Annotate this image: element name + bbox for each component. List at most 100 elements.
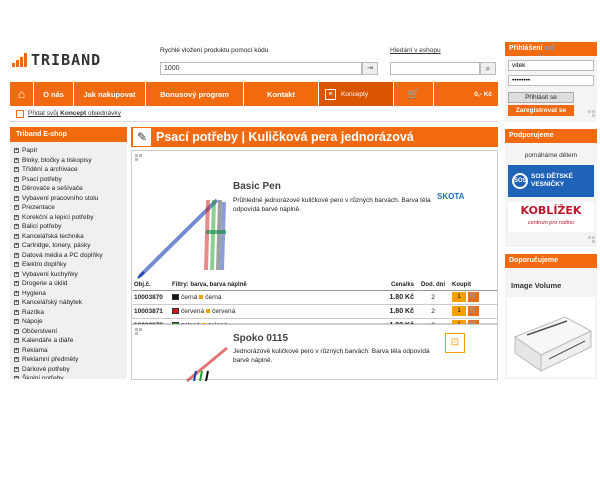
sidebar-item-label: Reklamní předměty xyxy=(22,356,79,363)
pens-image[interactable] xyxy=(132,190,230,282)
sidebar-item[interactable]: + Kalendáře a diáře xyxy=(14,336,127,346)
expand-icon[interactable]: + xyxy=(14,328,19,334)
expand-icon[interactable]: + xyxy=(14,319,19,325)
sidebar-item[interactable]: + Cartridge, tonery, pásky xyxy=(14,241,127,251)
sidebar-item-label: Papír xyxy=(22,147,38,154)
expand-icon[interactable]: + xyxy=(14,157,19,163)
sidebar-item[interactable]: + Bloky, bločky a tiskopisy xyxy=(14,156,127,166)
sidebar-item[interactable]: + Reklamní předměty xyxy=(14,355,127,365)
sidebar-item[interactable]: + Vybavení kuchyňky xyxy=(14,270,127,280)
add-to-concept-icon[interactable]: ⊡ xyxy=(445,333,465,353)
koblizek-banner[interactable]: KOBLÍŽEK centrum pro rodinu xyxy=(508,202,594,232)
expand-icon[interactable]: + xyxy=(14,214,19,220)
expand-icon[interactable]: + xyxy=(14,309,19,315)
product-card: Basic Pen Průhledné jednorázové kuličkov… xyxy=(131,150,498,347)
sidebar-item[interactable]: + Nápoje xyxy=(14,317,127,327)
expand-icon[interactable]: + xyxy=(14,262,19,268)
sidebar-item[interactable]: + Vybavení pracovního stolu xyxy=(14,194,127,204)
login-box: Přihlášení ssl Přihlásit se Zaregistrova… xyxy=(505,42,597,122)
product-name[interactable]: Basic Pen xyxy=(233,181,281,192)
sidebar-item[interactable]: + Papír xyxy=(14,146,127,156)
product-name[interactable]: Spoko 0115 xyxy=(233,333,288,344)
add-concept-link[interactable]: Přidat svůj Koncept objednávky xyxy=(28,110,121,117)
expand-icon[interactable]: + xyxy=(14,148,19,154)
expand-icon[interactable]: + xyxy=(14,243,19,249)
quantity-input[interactable]: 1 xyxy=(452,292,466,302)
expand-icon[interactable]: + xyxy=(14,357,19,363)
sidebar-item[interactable]: + Prezentace xyxy=(14,203,127,213)
main-nav: ⌂ O nás Jak nakupovat Bonusový program K… xyxy=(10,82,498,106)
expand-icon[interactable]: + xyxy=(14,281,19,287)
quantity-input[interactable]: 1 xyxy=(452,306,466,316)
brand-logo: SKOTA xyxy=(437,192,465,201)
expand-icon[interactable]: + xyxy=(14,290,19,296)
quick-add-input[interactable] xyxy=(160,62,362,75)
sidebar-item[interactable]: + Třídění a archivace xyxy=(14,165,127,175)
expand-icon[interactable]: + xyxy=(14,366,19,372)
expand-icon[interactable]: + xyxy=(14,224,19,230)
expand-icon[interactable]: + xyxy=(14,167,19,173)
expand-icon[interactable]: + xyxy=(14,186,19,192)
pen-image[interactable] xyxy=(182,343,232,383)
sidebar-item[interactable]: + Kancelářská technika xyxy=(14,232,127,242)
add-to-cart-icon[interactable]: ⇥ xyxy=(362,62,378,75)
expand-icon[interactable]: + xyxy=(14,300,19,306)
add-concept-icon xyxy=(16,109,24,118)
login-button[interactable]: Přihlásit se xyxy=(508,92,574,103)
add-to-cart-icon[interactable]: 🛒 xyxy=(468,292,479,302)
sidebar-item-label: Datová média a PC doplňky xyxy=(22,251,103,259)
password-field[interactable] xyxy=(508,75,594,86)
logo[interactable]: TRIBAND xyxy=(12,51,101,69)
sidebar-item[interactable]: + Děrovače a sešívače xyxy=(14,184,127,194)
expand-icon[interactable]: + xyxy=(14,176,19,182)
home-icon[interactable]: ⌂ xyxy=(10,82,34,106)
expand-icon[interactable]: + xyxy=(14,376,19,379)
nav-item-bonusovy-program[interactable]: Bonusový program xyxy=(146,82,244,106)
expand-icon[interactable]: + xyxy=(14,252,19,258)
expand-icon[interactable]: + xyxy=(14,205,19,211)
sidebar-item[interactable]: + Datová média a PC doplňky xyxy=(14,251,127,261)
sidebar-item-label: Třídění a archivace xyxy=(22,166,78,173)
col-delivery: Dod. dní xyxy=(416,281,450,291)
search-link[interactable]: Hledání v eshopu xyxy=(390,47,441,54)
sidebar-item[interactable]: + Dárkové potřeby xyxy=(14,365,127,375)
sidebar-item[interactable]: + Drogerie a úklid xyxy=(14,279,127,289)
recommended-item-name[interactable]: Image Volume xyxy=(505,268,597,290)
sidebar-item[interactable]: + Hygiena xyxy=(14,289,127,299)
search-icon[interactable]: ⌕ xyxy=(480,62,496,75)
sidebar-item[interactable]: + Občerstvení xyxy=(14,327,127,337)
nav-koncepty[interactable]: ≡ Koncepty xyxy=(319,82,394,106)
expand-icon[interactable]: + xyxy=(14,195,19,201)
expand-icon[interactable]: + xyxy=(14,338,19,344)
sidebar-item[interactable]: + Psací potřeby xyxy=(14,175,127,185)
koblizek-subtitle: centrum pro rodinu xyxy=(527,220,575,226)
sidebar-item[interactable]: + Školní potřeby xyxy=(14,374,127,379)
search-input[interactable] xyxy=(390,62,480,75)
expand-icon[interactable]: + xyxy=(14,271,19,277)
sidebar-item[interactable]: + Korekční a lepicí potřeby xyxy=(14,213,127,223)
sidebar-item[interactable]: + Balicí potřeby xyxy=(14,222,127,232)
product-image[interactable] xyxy=(507,297,595,377)
nav-item-jak-nakupovat[interactable]: Jak nakupovat xyxy=(74,82,146,106)
product-description: Průhledné jednorázové kuličkové pero v r… xyxy=(233,197,431,213)
sidebar-item[interactable]: + Razítka xyxy=(14,308,127,318)
product-code[interactable]: 10003870 xyxy=(132,290,170,305)
register-button[interactable]: Zaregistrovat se xyxy=(508,105,574,116)
cart-icon[interactable]: 🛒 xyxy=(394,82,434,106)
sos-villages-banner[interactable]: SOS SOS DĚTSKÉ VESNIČKY xyxy=(508,165,594,197)
expand-icon[interactable]: + xyxy=(14,233,19,239)
expand-icon[interactable]: + xyxy=(14,347,19,353)
nav-item-kontakt[interactable]: Kontakt xyxy=(244,82,319,106)
page-title-bar: ✎ Psací potřeby | Kuličková pera jednorá… xyxy=(131,127,498,147)
sidebar-item[interactable]: + Kancelářský nábytek xyxy=(14,298,127,308)
product-code[interactable]: 10003871 xyxy=(132,304,170,319)
refill-swatch-icon xyxy=(206,308,211,313)
add-to-cart-icon[interactable]: 🛒 xyxy=(468,306,479,316)
nav-item-o-nas[interactable]: O nás xyxy=(34,82,74,106)
color-swatch-icon xyxy=(172,293,179,300)
sidebar-item[interactable]: + Reklama xyxy=(14,346,127,356)
col-code: Obj.č. xyxy=(132,281,170,291)
cart-total[interactable]: 0,- Kč xyxy=(434,82,498,106)
sidebar-item[interactable]: + Elektro doplňky xyxy=(14,260,127,270)
username-field[interactable] xyxy=(508,60,594,71)
